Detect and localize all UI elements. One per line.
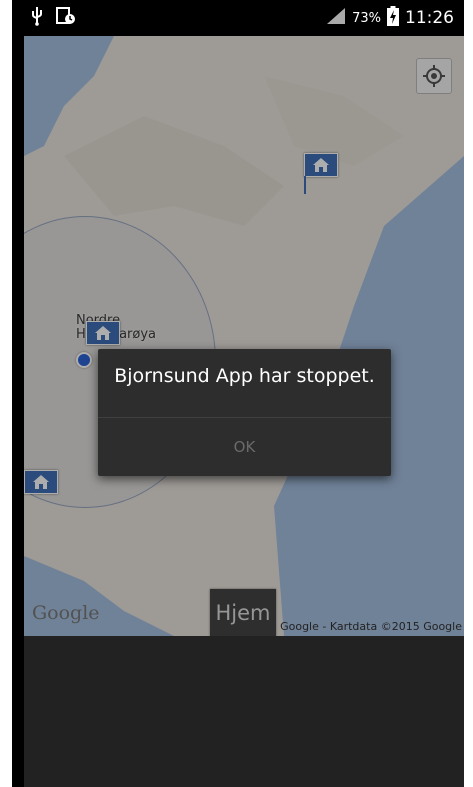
status-bar-left <box>30 6 76 30</box>
phone-screen: 73% 11:26 Nordre <box>12 0 464 787</box>
screenshot-icon <box>56 7 76 29</box>
usb-icon <box>30 6 44 30</box>
bottom-panel <box>24 636 464 787</box>
status-bar: 73% 11:26 <box>12 0 464 36</box>
map-view[interactable]: Nordre Hammarøya Google ©2015 Google - K… <box>24 36 464 636</box>
clock: 11:26 <box>405 8 454 28</box>
app-stopped-dialog: Bjornsund App har stoppet. OK <box>98 349 391 476</box>
ok-button[interactable]: OK <box>98 418 391 476</box>
signal-icon <box>326 7 346 29</box>
battery-charging-icon <box>387 6 399 30</box>
status-bar-right: 73% 11:26 <box>326 6 454 30</box>
dialog-message: Bjornsund App har stoppet. <box>114 365 375 387</box>
battery-percent: 73% <box>352 10 381 26</box>
dialog-scrim <box>24 36 464 636</box>
